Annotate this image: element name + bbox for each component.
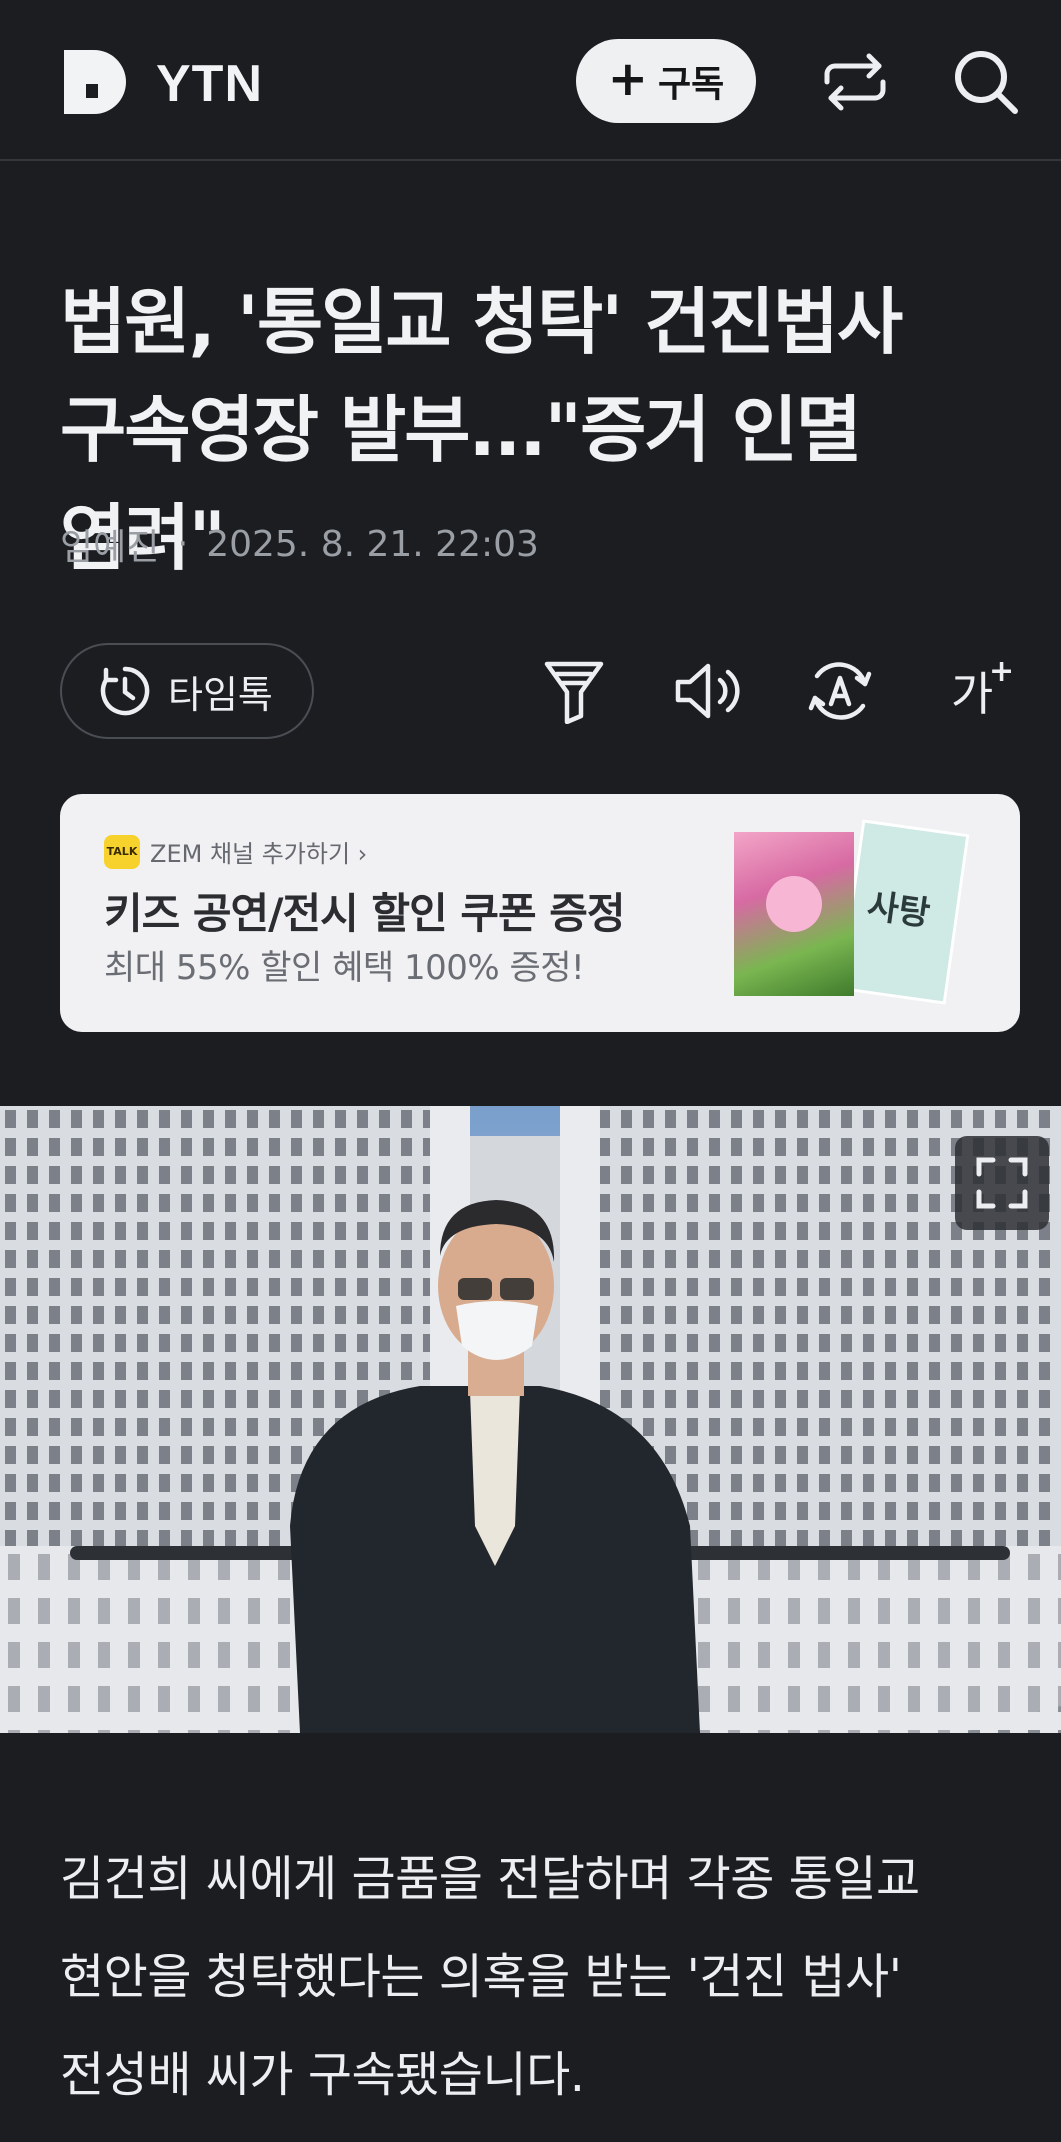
- timetalk-label: 타임톡: [168, 672, 273, 717]
- fullscreen-button[interactable]: [955, 1136, 1049, 1230]
- article-photo[interactable]: [0, 1106, 1061, 1733]
- timetalk-button[interactable]: 타임톡: [60, 643, 314, 739]
- author-name[interactable]: 임예진: [60, 518, 159, 570]
- plus-icon: +: [607, 51, 648, 107]
- summary-filter-icon[interactable]: [531, 648, 617, 734]
- subscribe-button[interactable]: + 구독: [576, 39, 756, 123]
- d-logo-icon[interactable]: [60, 46, 132, 118]
- ad-title: 키즈 공연/전시 할인 쿠폰 증정: [104, 889, 626, 938]
- subscribe-label: 구독: [657, 64, 725, 105]
- translate-icon[interactable]: [797, 648, 883, 734]
- ad-subtitle: 최대 55% 할인 혜택 100% 증정!: [104, 948, 585, 988]
- font-size-label: 가: [950, 667, 994, 721]
- timetalk-clock-icon: [100, 666, 150, 716]
- publish-datetime: 2025. 8. 21. 22:03: [206, 523, 539, 565]
- article-meta: 임예진 · 2025. 8. 21. 22:03: [60, 518, 539, 570]
- brand-name[interactable]: YTN: [156, 54, 263, 114]
- poster-title: 사탕: [864, 886, 933, 935]
- article-body: 김건희 씨에게 금품을 전달하며 각종 통일교 현안을 청탁했다는 의혹을 받는…: [60, 1851, 920, 2103]
- ad-channel-link[interactable]: ZEM 채널 추가하기 ›: [150, 834, 367, 869]
- kakao-talk-icon: TALK: [104, 834, 140, 869]
- search-icon[interactable]: [948, 44, 1024, 120]
- share-icon[interactable]: [817, 44, 893, 120]
- font-size-icon[interactable]: 가 +: [929, 648, 1015, 734]
- courthouse-photo-illustration: [0, 1106, 1061, 1733]
- ad-poster-back: 사탕: [838, 819, 970, 1005]
- ad-banner[interactable]: TALK ZEM 채널 추가하기 › 키즈 공연/전시 할인 쿠폰 증정 최대 …: [60, 794, 1020, 1032]
- poster-character: [766, 876, 822, 932]
- speaker-icon[interactable]: [665, 648, 751, 734]
- top-header: YTN + 구독: [0, 0, 1061, 161]
- meta-separator: ·: [177, 524, 189, 564]
- plus-icon: +: [989, 654, 1015, 689]
- expand-icon: [976, 1157, 1028, 1209]
- ad-channel-row: TALK ZEM 채널 추가하기 ›: [104, 834, 367, 869]
- ad-poster-front: [734, 832, 854, 996]
